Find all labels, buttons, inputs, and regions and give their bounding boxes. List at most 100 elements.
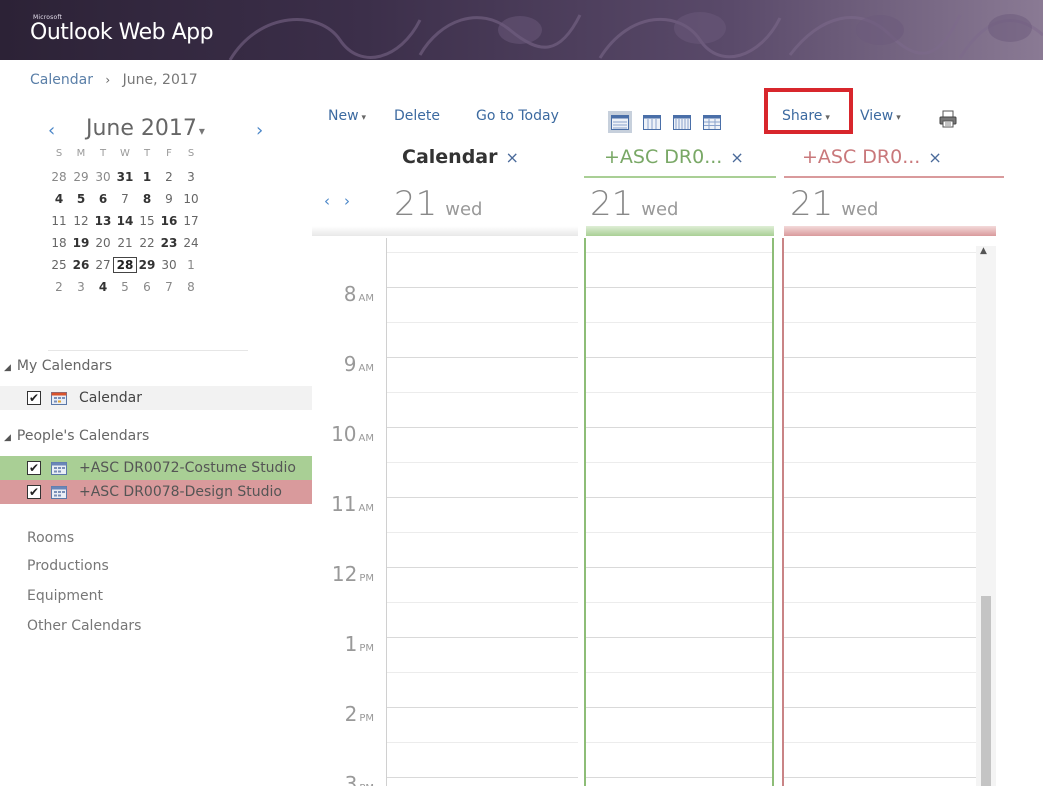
day-view-button[interactable] — [608, 111, 632, 133]
day-cell[interactable]: 16 — [158, 214, 180, 228]
week-view-button[interactable] — [670, 111, 694, 133]
day-cell[interactable]: 10 — [180, 192, 202, 206]
week-row: 4 5 6 7 8 9 10 — [48, 188, 248, 210]
day-cell[interactable]: 6 — [92, 192, 114, 206]
peoples-calendars-header[interactable]: ◢ People's Calendars — [4, 428, 149, 444]
close-icon[interactable]: × — [928, 148, 941, 167]
time-slot-line — [387, 392, 578, 393]
breadcrumb-calendar-link[interactable]: Calendar — [30, 72, 93, 88]
nav-link-equipment[interactable]: Equipment — [27, 588, 103, 604]
day-cell[interactable]: 20 — [92, 236, 114, 250]
print-button[interactable] — [936, 108, 960, 130]
day-navigation-arrows-icon[interactable]: ‹› — [324, 192, 364, 210]
close-icon[interactable]: × — [505, 148, 518, 167]
calendar-checkbox[interactable]: ✔ — [27, 391, 41, 405]
day-cell[interactable]: 30 — [158, 258, 180, 272]
weekday-header: SMTWTFS — [48, 148, 248, 159]
time-slot-line — [784, 462, 976, 463]
next-month-icon[interactable]: › — [256, 120, 263, 141]
day-cell[interactable]: 27 — [92, 258, 114, 272]
day-cell[interactable]: 5 — [114, 280, 136, 294]
month-view-button[interactable] — [700, 111, 724, 133]
close-icon[interactable]: × — [730, 148, 743, 167]
day-cell[interactable]: 23 — [158, 236, 180, 250]
week-row: 18 19 20 21 22 23 24 — [48, 232, 248, 254]
day-cell[interactable]: 29 — [136, 258, 158, 272]
day-cell[interactable]: 21 — [114, 236, 136, 250]
nav-link-other-calendars[interactable]: Other Calendars — [27, 618, 141, 634]
time-slot-line — [586, 322, 772, 323]
delete-button[interactable]: Delete — [394, 108, 440, 124]
day-cell[interactable]: 19 — [70, 236, 92, 250]
day-cell[interactable]: 1 — [136, 170, 158, 184]
day-cell[interactable]: 2 — [48, 280, 70, 294]
day-cell[interactable]: 15 — [136, 214, 158, 228]
time-label: 1 PM — [312, 632, 374, 656]
nav-link-rooms[interactable]: Rooms — [27, 530, 74, 546]
time-ampm: AM — [358, 293, 374, 304]
app-title[interactable]: Outlook Web App — [30, 20, 214, 45]
view-button[interactable]: View ▾ — [860, 108, 901, 124]
calendar-checkbox[interactable]: ✔ — [27, 485, 41, 499]
day-cell[interactable]: 31 — [114, 170, 136, 184]
day-cell[interactable]: 12 — [70, 214, 92, 228]
go-to-today-button[interactable]: Go to Today — [476, 108, 559, 124]
day-column-design-studio[interactable] — [782, 238, 976, 786]
month-title[interactable]: June 2017 ▾ — [86, 116, 205, 141]
day-cell[interactable]: 26 — [70, 258, 92, 272]
calendar-item-calendar[interactable]: ✔ Calendar — [0, 386, 312, 410]
time-ampm: PM — [359, 573, 374, 584]
day-cell[interactable]: 22 — [136, 236, 158, 250]
time-slot-line — [586, 497, 772, 498]
time-slot-line — [784, 707, 976, 708]
day-cell[interactable]: 3 — [180, 170, 202, 184]
day-cell[interactable]: 18 — [48, 236, 70, 250]
day-cell[interactable]: 6 — [136, 280, 158, 294]
day-cell[interactable]: 7 — [158, 280, 180, 294]
work-week-view-button[interactable] — [640, 111, 664, 133]
calendar-item-label: +ASC DR0072-Costume Studio — [79, 460, 296, 476]
day-cell[interactable]: 17 — [180, 214, 202, 228]
day-column-calendar[interactable] — [386, 238, 578, 786]
day-cell[interactable]: 29 — [70, 170, 92, 184]
day-cell[interactable]: 4 — [48, 192, 70, 206]
calendar-checkbox[interactable]: ✔ — [27, 461, 41, 475]
time-label: 2 PM — [312, 702, 374, 726]
calendar-item-design-studio[interactable]: ✔ +ASC DR0078-Design Studio — [0, 480, 312, 504]
day-cell[interactable]: 28 — [113, 257, 137, 273]
my-calendars-header[interactable]: ◢ My Calendars — [4, 358, 112, 374]
day-cell[interactable]: 2 — [158, 170, 180, 184]
day-cell[interactable]: 9 — [158, 192, 180, 206]
day-cell[interactable]: 24 — [180, 236, 202, 250]
day-cell[interactable]: 25 — [48, 258, 70, 272]
vertical-scrollbar[interactable]: ▲ — [976, 246, 996, 786]
scroll-up-arrow-icon[interactable]: ▲ — [980, 246, 987, 256]
nav-link-productions[interactable]: Productions — [27, 558, 109, 574]
scrollbar-thumb[interactable] — [981, 596, 991, 786]
day-cell[interactable]: 28 — [48, 170, 70, 184]
new-button[interactable]: New ▾ — [328, 108, 366, 124]
day-cell[interactable]: 11 — [48, 214, 70, 228]
calendar-item-costume-studio[interactable]: ✔ +ASC DR0072-Costume Studio — [0, 456, 312, 480]
day-cell[interactable]: 4 — [92, 280, 114, 294]
day-cell[interactable]: 7 — [114, 192, 136, 206]
day-cell[interactable]: 1 — [180, 258, 202, 272]
day-cell[interactable]: 3 — [70, 280, 92, 294]
time-slot-line — [387, 427, 578, 428]
column-header-calendar: Calendar × — [402, 146, 572, 170]
share-button[interactable]: Share ▾ — [782, 108, 830, 124]
all-day-band-red — [784, 226, 996, 236]
day-cell[interactable]: 8 — [180, 280, 202, 294]
day-cell[interactable]: 5 — [70, 192, 92, 206]
day-cell[interactable]: 30 — [92, 170, 114, 184]
week-row: 28 29 30 31 1 2 3 — [48, 166, 248, 188]
time-ampm: AM — [358, 503, 374, 514]
time-slot-line — [586, 567, 772, 568]
day-cell[interactable]: 14 — [114, 214, 136, 228]
day-column-costume-studio[interactable] — [584, 238, 774, 786]
week-view-icon — [673, 114, 691, 130]
prev-month-icon[interactable]: ‹ — [48, 120, 55, 141]
day-cell[interactable]: 13 — [92, 214, 114, 228]
week-row: 11 12 13 14 15 16 17 — [48, 210, 248, 232]
day-cell[interactable]: 8 — [136, 192, 158, 206]
